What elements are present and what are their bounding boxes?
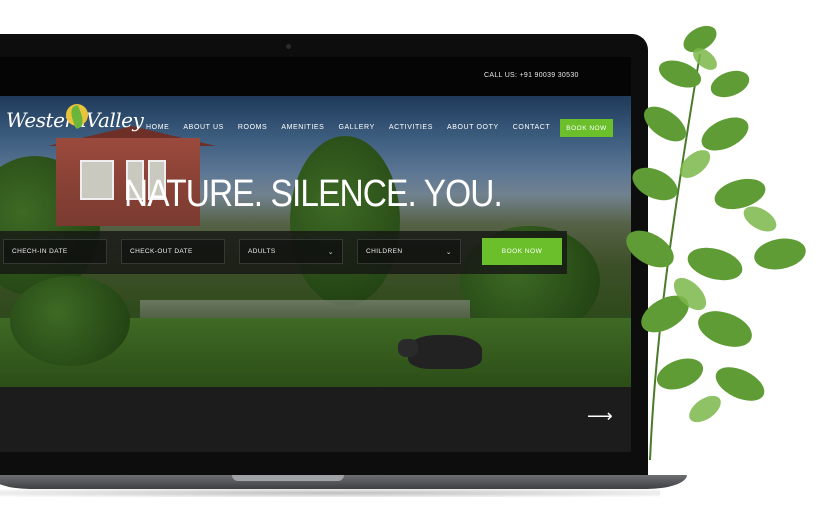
nav-home[interactable]: HOME <box>146 124 169 131</box>
nav-amenities[interactable]: AMENITIES <box>281 124 324 131</box>
browser-screen: CALL US: +91 90039 30530 WesternValley <box>0 57 631 452</box>
plant-decoration <box>626 25 806 460</box>
tree-center <box>290 136 400 306</box>
main-nav: HOME ABOUT US ROOMS AMENITIES GALLERY AC… <box>146 124 564 131</box>
adults-label: ADULTS <box>248 248 276 255</box>
form-book-now-button[interactable]: BOOK NOW <box>482 238 562 265</box>
hero-section: WesternValley HOME ABOUT US ROOMS AMENIT… <box>0 96 631 387</box>
checkout-label: CHECK-OUT DATE <box>130 248 193 255</box>
booking-form: CHECH-IN DATE CHECK-OUT DATE ADULTS ⌄ CH… <box>0 231 567 274</box>
children-label: CHILDREN <box>366 248 403 255</box>
arrow-right-icon[interactable]: ⟶ <box>587 406 613 427</box>
checkout-date-field[interactable]: CHECK-OUT DATE <box>121 239 225 264</box>
adults-select[interactable]: ADULTS ⌄ <box>239 239 343 264</box>
nav-about-ooty[interactable]: ABOUT OOTY <box>447 124 499 131</box>
checkin-date-field[interactable]: CHECH-IN DATE <box>3 239 107 264</box>
hero-headline: NATURE. SILENCE. YOU. <box>124 173 503 215</box>
nav-about-us[interactable]: ABOUT US <box>183 124 223 131</box>
buffalo-statue <box>398 335 482 369</box>
children-select[interactable]: CHILDREN ⌄ <box>357 239 461 264</box>
nav-book-now-button[interactable]: BOOK NOW <box>560 119 613 137</box>
laptop-notch <box>232 475 344 481</box>
site-logo[interactable]: WesternValley <box>6 104 144 132</box>
call-us-text[interactable]: CALL US: +91 90039 30530 <box>484 72 579 79</box>
webcam <box>286 44 291 49</box>
bush-left <box>10 276 130 366</box>
nav-contact[interactable]: CONTACT <box>513 124 551 131</box>
lower-section: ⟶ <box>0 387 631 452</box>
checkin-label: CHECH-IN DATE <box>12 248 68 255</box>
nav-rooms[interactable]: ROOMS <box>238 124 267 131</box>
chevron-down-icon: ⌄ <box>445 249 452 256</box>
laptop-shadow <box>0 489 660 497</box>
chevron-down-icon: ⌄ <box>327 249 334 256</box>
nav-gallery[interactable]: GALLERY <box>338 124 374 131</box>
top-bar: CALL US: +91 90039 30530 <box>0 57 631 96</box>
nav-activities[interactable]: ACTIVITIES <box>389 124 433 131</box>
laptop-frame: CALL US: +91 90039 30530 WesternValley <box>0 34 648 478</box>
